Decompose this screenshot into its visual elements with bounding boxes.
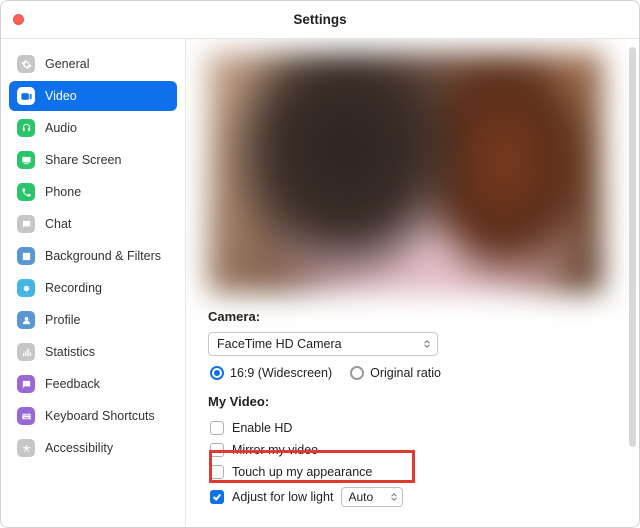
sidebar-item-label: Background & Filters	[45, 249, 161, 263]
sidebar-item-label: Recording	[45, 281, 102, 295]
chat-icon	[17, 215, 35, 233]
sidebar-item-chat[interactable]: Chat	[9, 209, 177, 239]
video-icon	[17, 87, 35, 105]
chevron-updown-icon	[390, 493, 398, 501]
aspect-ratio-group: 16:9 (Widescreen) Original ratio	[208, 366, 603, 380]
ratio-original-label: Original ratio	[370, 366, 441, 380]
ratio-widescreen[interactable]: 16:9 (Widescreen)	[210, 366, 332, 380]
sidebar-item-feedback[interactable]: Feedback	[9, 369, 177, 399]
sidebar-item-video[interactable]: Video	[9, 81, 177, 111]
checkbox-icon	[210, 465, 224, 479]
mirror-video-checkbox[interactable]: Mirror my video	[208, 439, 603, 461]
scrollbar[interactable]	[629, 47, 636, 447]
myvideo-section-label: My Video:	[208, 394, 603, 409]
keyboard-icon	[17, 407, 35, 425]
sidebar-item-label: Accessibility	[45, 441, 113, 455]
stats-icon	[17, 343, 35, 361]
checkbox-icon	[210, 443, 224, 457]
sidebar-item-accessibility[interactable]: Accessibility	[9, 433, 177, 463]
enable-hd-label: Enable HD	[232, 421, 292, 435]
mirror-video-label: Mirror my video	[232, 443, 318, 457]
sidebar-item-keyboard-shortcuts[interactable]: Keyboard Shortcuts	[9, 401, 177, 431]
sidebar-item-label: Statistics	[45, 345, 95, 359]
low-light-mode-select[interactable]: Auto	[341, 487, 403, 507]
sidebar: General Video Audio Share Screen	[1, 39, 186, 527]
checkbox-icon	[210, 490, 224, 504]
profile-icon	[17, 311, 35, 329]
sidebar-item-recording[interactable]: Recording	[9, 273, 177, 303]
record-icon	[17, 279, 35, 297]
share-screen-icon	[17, 151, 35, 169]
ratio-widescreen-label: 16:9 (Widescreen)	[230, 366, 332, 380]
window-body: General Video Audio Share Screen	[1, 39, 639, 527]
titlebar: Settings	[1, 1, 639, 39]
feedback-icon	[17, 375, 35, 393]
camera-preview	[208, 53, 603, 293]
sidebar-item-label: Video	[45, 89, 77, 103]
touchup-appearance-label: Touch up my appearance	[232, 465, 372, 479]
sidebar-item-label: Feedback	[45, 377, 100, 391]
sidebar-item-background-filters[interactable]: Background & Filters	[9, 241, 177, 271]
sidebar-item-label: Audio	[45, 121, 77, 135]
camera-section-label: Camera:	[208, 309, 603, 324]
phone-icon	[17, 183, 35, 201]
always-display-name-checkbox[interactable]: Always display participant name on their…	[208, 523, 603, 527]
adjust-low-light-label: Adjust for low light	[232, 490, 333, 504]
radio-icon	[350, 366, 364, 380]
sidebar-item-label: General	[45, 57, 89, 71]
gear-icon	[17, 55, 35, 73]
sidebar-item-label: Keyboard Shortcuts	[45, 409, 155, 423]
close-window-button[interactable]	[13, 14, 24, 25]
settings-window: Settings General Video Audio	[0, 0, 640, 528]
camera-select[interactable]: FaceTime HD Camera	[208, 332, 438, 356]
sidebar-item-phone[interactable]: Phone	[9, 177, 177, 207]
sidebar-item-label: Phone	[45, 185, 81, 199]
sidebar-item-label: Chat	[45, 217, 71, 231]
enable-hd-checkbox[interactable]: Enable HD	[208, 417, 603, 439]
ratio-original[interactable]: Original ratio	[350, 366, 441, 380]
accessibility-icon	[17, 439, 35, 457]
headset-icon	[17, 119, 35, 137]
radio-icon	[210, 366, 224, 380]
window-title: Settings	[293, 12, 346, 27]
sidebar-item-statistics[interactable]: Statistics	[9, 337, 177, 367]
camera-select-value: FaceTime HD Camera	[217, 337, 342, 351]
sidebar-item-label: Share Screen	[45, 153, 121, 167]
chevron-updown-icon	[423, 340, 431, 348]
low-light-mode-value: Auto	[348, 490, 373, 504]
content-panel: Camera: FaceTime HD Camera 16:9 (Widescr…	[186, 39, 639, 527]
background-icon	[17, 247, 35, 265]
sidebar-item-share-screen[interactable]: Share Screen	[9, 145, 177, 175]
checkbox-icon	[210, 421, 224, 435]
sidebar-item-label: Profile	[45, 313, 80, 327]
sidebar-item-profile[interactable]: Profile	[9, 305, 177, 335]
sidebar-item-audio[interactable]: Audio	[9, 113, 177, 143]
touchup-appearance-checkbox[interactable]: Touch up my appearance	[208, 461, 603, 483]
adjust-low-light-checkbox[interactable]: Adjust for low light	[210, 490, 333, 504]
sidebar-item-general[interactable]: General	[9, 49, 177, 79]
